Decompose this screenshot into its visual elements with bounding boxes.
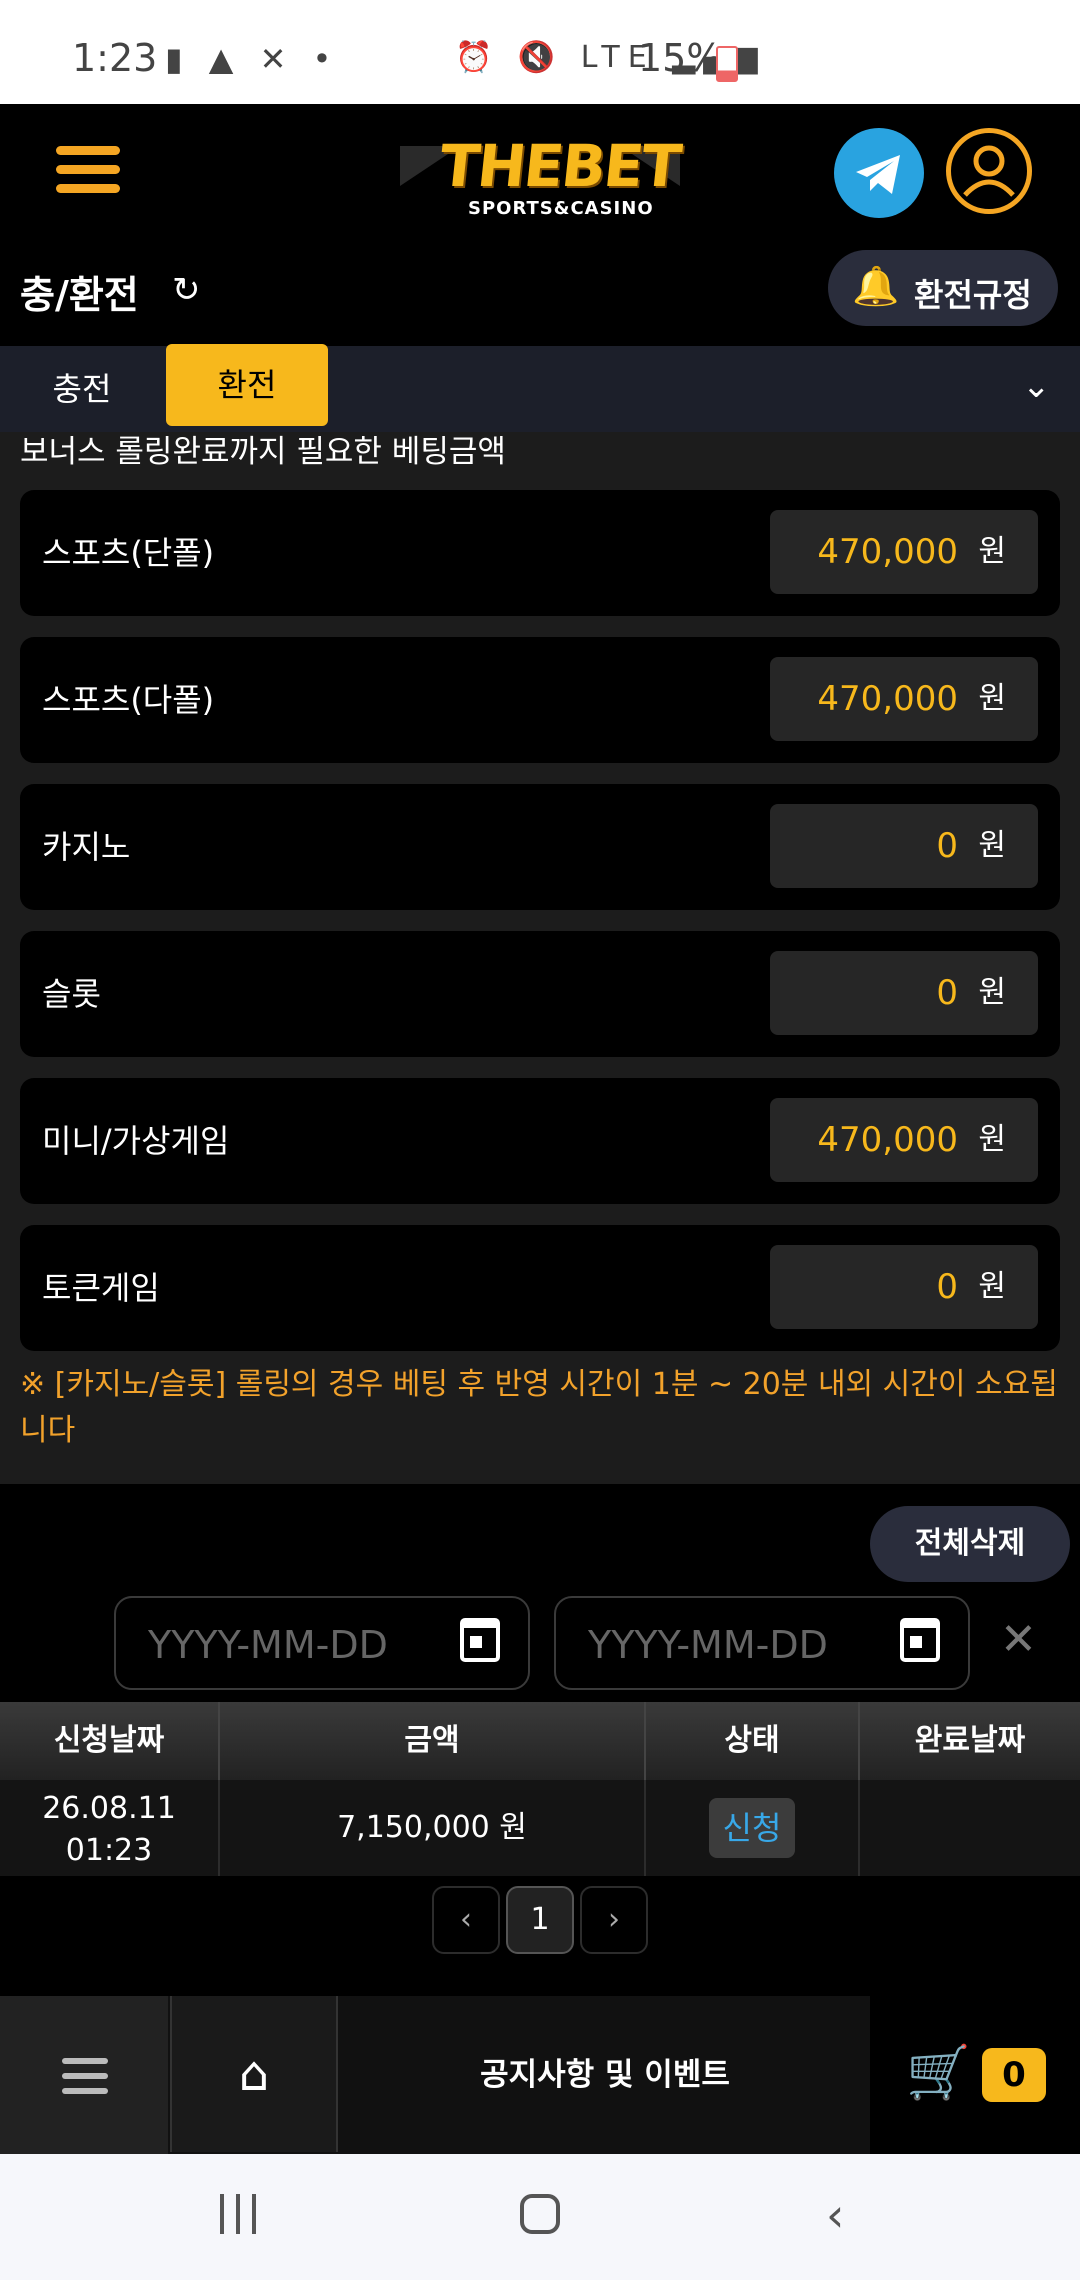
recent-apps-icon[interactable] [218,2194,262,2234]
logo-text: THEBET [436,132,683,200]
logo-subtext: SPORTS&CASINO [468,198,654,219]
cart-icon: 🛒 [906,2043,971,2103]
exchange-history-table: 신청날짜 금액 상태 완료날짜 26.08.11 01:23 7,150,000… [0,1702,1080,1876]
rolling-row-token-game: 토큰게임 0 원 [20,1225,1060,1351]
pagination-next[interactable]: › [580,1886,648,1954]
row-value: 0 [936,1267,958,1307]
pagination-page-1[interactable]: 1 [506,1886,574,1954]
status-bar: 1:23 ▮ ▲ ✕ • ⏰ 🔇 LTE ▂▄▆ 15% [0,0,1080,104]
row-value-box: 0 원 [770,804,1038,888]
row-label: 스포츠(단폴) [42,534,215,572]
home-icon[interactable]: ⌂ [170,1996,338,2152]
battery-icon [716,46,738,82]
android-nav-bar: ‹ [0,2154,1080,2280]
row-value-box: 470,000 원 [770,510,1038,594]
row-unit: 원 [978,1269,1006,1304]
table-cell-status: 신청 [646,1780,860,1876]
request-time: 01:23 [65,1833,153,1868]
page-title-row: 충/환전 ↻ 🔔 환전규정 [0,242,1080,346]
row-label: 슬롯 [42,975,101,1013]
tab-charge[interactable]: 충전 [20,346,144,432]
table-cell-request-date: 26.08.11 01:23 [0,1780,220,1876]
row-label: 미니/가상게임 [42,1122,230,1160]
android-home-icon[interactable] [520,2194,560,2234]
column-header-request-date: 신청날짜 [0,1702,220,1780]
calendar-icon[interactable] [900,1618,940,1662]
column-header-complete-date: 완료날짜 [860,1702,1080,1780]
notification-icons: ▮ ▲ ✕ • [165,40,340,78]
row-unit: 원 [978,534,1006,569]
column-header-amount: 금액 [220,1702,646,1780]
row-unit: 원 [978,1122,1006,1157]
rolling-row-casino: 카지노 0 원 [20,784,1060,910]
rolling-note: ※ [카지노/슬롯] 롤링의 경우 베팅 후 반영 시간이 1분 ~ 20분 내… [20,1367,1058,1448]
bottom-nav: ⌂ 공지사항 및 이벤트 🛒 0 [0,1996,1080,2154]
menu-icon[interactable] [40,134,140,214]
profile-icon[interactable] [946,128,1032,214]
rolling-row-sports-single: 스포츠(단폴) 470,000 원 [20,490,1060,616]
date-to-field[interactable] [554,1596,970,1690]
date-to-input[interactable] [586,1616,890,1674]
row-value: 470,000 [817,679,958,719]
row-value: 0 [936,973,958,1013]
notice-events-link[interactable]: 공지사항 및 이벤트 [340,1996,870,2154]
calendar-icon[interactable] [460,1618,500,1662]
row-value-box: 470,000 원 [770,657,1038,741]
exchange-rules-label: 환전규정 [914,276,1032,314]
rolling-section-header: 보너스 롤링완료까지 필요한 베팅금액 [20,434,506,470]
brand-logo[interactable]: THEBET SPORTS&CASINO [400,126,683,226]
table-cell-amount: 7,150,000 원 [220,1780,646,1876]
request-date: 26.08.11 [42,1791,176,1826]
date-from-field[interactable] [114,1596,530,1690]
rolling-row-slot: 슬롯 0 원 [20,931,1060,1057]
cart-count-badge: 0 [982,2048,1046,2102]
status-badge: 신청 [708,1798,796,1858]
row-value: 0 [936,826,958,866]
exchange-rules-button[interactable]: 🔔 환전규정 [828,250,1058,326]
rolling-row-sports-multi: 스포츠(다폴) 470,000 원 [20,637,1060,763]
bell-icon: 🔔 [852,264,900,308]
refresh-icon[interactable]: ↻ [172,270,201,310]
table-cell-complete-date [860,1780,1080,1876]
close-icon[interactable]: ✕ [1000,1614,1037,1665]
back-icon[interactable]: ‹ [826,2188,844,2242]
date-from-input[interactable] [146,1616,450,1674]
pagination-prev[interactable]: ‹ [432,1886,500,1954]
column-header-status: 상태 [646,1702,860,1780]
tab-bar: 충전 환전 ⌄ [0,344,1080,432]
row-value-box: 0 원 [770,951,1038,1035]
telegram-icon[interactable] [834,128,924,218]
delete-all-button[interactable]: 전체삭제 [870,1506,1070,1582]
rolling-panel: 보너스 롤링완료까지 필요한 베팅금액 스포츠(단폴) 470,000 원 스포… [0,432,1080,1484]
row-unit: 원 [978,828,1006,863]
cart-button[interactable]: 🛒 0 [870,1996,1080,2154]
row-value: 470,000 [817,532,958,572]
app-header: THEBET SPORTS&CASINO [0,104,1080,242]
row-label: 스포츠(다폴) [42,681,215,719]
row-value-box: 470,000 원 [770,1098,1038,1182]
nav-menu-icon[interactable] [0,1996,168,2154]
rolling-row-mini-virtual: 미니/가상게임 470,000 원 [20,1078,1060,1204]
row-value: 470,000 [817,1120,958,1160]
row-unit: 원 [978,975,1006,1010]
chevron-down-icon[interactable]: ⌄ [1022,366,1051,406]
row-label: 카지노 [42,828,131,866]
status-time: 1:23 [72,36,158,80]
tab-exchange[interactable]: 환전 [166,344,328,426]
page-title: 충/환전 [20,273,139,317]
battery-percent: 15% [638,36,723,80]
row-value-box: 0 원 [770,1245,1038,1329]
row-unit: 원 [978,681,1006,716]
row-label: 토큰게임 [42,1269,160,1307]
